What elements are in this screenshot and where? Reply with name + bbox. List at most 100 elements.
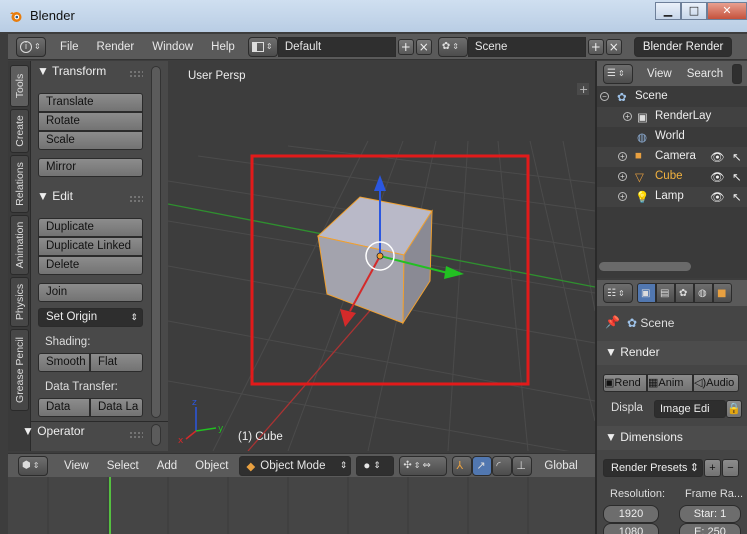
delete-button[interactable]: Delete xyxy=(38,256,143,275)
tab-relations[interactable]: Relations xyxy=(10,155,29,213)
outliner-editor-type-button[interactable]: ☰ ⇕ xyxy=(603,63,633,84)
dimensions-panel-header[interactable]: ▼ Dimensions xyxy=(597,426,747,450)
outliner-row-scene[interactable]: − ✿ Scene xyxy=(597,87,747,107)
render-context-tab[interactable]: ▣ xyxy=(637,283,656,303)
drag-grip-icon[interactable] xyxy=(129,195,143,203)
properties-editor-type-button[interactable]: ☷ ⇕ xyxy=(603,283,633,303)
drag-grip-icon[interactable] xyxy=(129,431,143,439)
screen-layout-selector[interactable]: ⇕ xyxy=(247,36,278,57)
viewport-shading-dropdown[interactable]: ● ⇕ xyxy=(356,455,395,476)
edit-panel-header[interactable]: ▼ Edit xyxy=(37,189,73,203)
data-button[interactable]: Data xyxy=(38,398,90,417)
tab-create[interactable]: Create xyxy=(10,109,29,153)
expand-icon[interactable]: + xyxy=(618,192,627,201)
scene-selector[interactable]: ✿ ⇕ xyxy=(437,36,468,57)
rotate-manipulator-button[interactable]: ◜ xyxy=(492,455,513,476)
add-preset-button[interactable]: + xyxy=(704,459,721,477)
cursor-restrict-icon[interactable]: ↖ xyxy=(732,190,746,204)
operator-panel-header[interactable]: ▼ Operator xyxy=(22,424,85,438)
outliner-row-cube[interactable]: + ▽ Cube 👁 ↖ xyxy=(597,167,747,187)
scale-button[interactable]: Scale xyxy=(38,131,143,150)
flat-button[interactable]: Flat xyxy=(90,353,143,372)
set-origin-dropdown[interactable]: Set Origin ⇕ xyxy=(38,308,143,327)
scene-context-tab[interactable]: ✿ xyxy=(675,283,694,303)
pivot-point-dropdown[interactable]: ✣ ⇕ ⇔ xyxy=(399,455,448,476)
render-engine-selector[interactable]: Blender Render xyxy=(633,36,733,57)
timeline[interactable] xyxy=(8,477,595,534)
transform-panel-header[interactable]: ▼ Transform xyxy=(37,64,106,78)
lock-interface-button[interactable]: 🔒 xyxy=(726,400,742,418)
menu-add[interactable]: Add xyxy=(157,460,177,472)
manipulator-toggle[interactable]: ⅄ xyxy=(452,455,473,476)
render-animation-button[interactable]: ▦Anim xyxy=(647,374,693,392)
remove-scene-button[interactable]: × xyxy=(605,38,622,55)
menu-render[interactable]: Render xyxy=(97,41,135,53)
rotate-button[interactable]: Rotate xyxy=(38,112,143,131)
expand-icon[interactable]: + xyxy=(618,172,627,181)
viewport-editor-type-button[interactable]: ⬢ ⇕ xyxy=(18,455,48,476)
outliner-hscrollbar[interactable] xyxy=(599,262,691,271)
add-scene-button[interactable]: + xyxy=(587,38,604,55)
menu-window[interactable]: Window xyxy=(152,41,193,53)
expand-icon[interactable]: + xyxy=(623,112,632,121)
smooth-button[interactable]: Smooth xyxy=(38,353,90,372)
editor-type-button[interactable]: i ⇕ xyxy=(16,36,46,57)
minimize-button[interactable]: ▁ xyxy=(655,2,681,20)
translate-manipulator-button[interactable]: ↗ xyxy=(472,455,493,476)
tool-shelf-scrollbar[interactable] xyxy=(151,66,161,418)
add-screen-button[interactable]: + xyxy=(397,38,414,55)
outliner-row-world[interactable]: ◍ World xyxy=(597,127,747,147)
resolution-y-field[interactable]: 1080 xyxy=(603,523,659,534)
operator-scrollbar[interactable] xyxy=(151,424,161,446)
cursor-restrict-icon[interactable]: ↖ xyxy=(732,170,746,184)
menu-view[interactable]: View xyxy=(64,460,89,472)
mirror-button[interactable]: Mirror xyxy=(38,158,143,177)
object-context-tab[interactable]: ■ xyxy=(713,283,732,303)
render-audio-button[interactable]: ◁)Audio xyxy=(693,374,739,392)
scale-manipulator-button[interactable]: ⊥ xyxy=(512,455,533,476)
close-button[interactable]: ✕ xyxy=(707,2,747,20)
screen-layout-field[interactable]: Default xyxy=(277,36,396,57)
world-context-tab[interactable]: ◍ xyxy=(694,283,713,303)
scene-field[interactable]: Scene xyxy=(467,36,586,57)
duplicate-button[interactable]: Duplicate xyxy=(38,218,143,237)
maximize-button[interactable]: □ xyxy=(681,2,707,20)
outliner-row-lamp[interactable]: + 💡 Lamp 👁 ↖ xyxy=(597,187,747,207)
pin-icon[interactable]: 📌 xyxy=(605,315,620,329)
collapse-icon[interactable]: − xyxy=(600,92,609,101)
tab-grease-pencil[interactable]: Grease Pencil xyxy=(10,329,29,411)
outliner-row-camera[interactable]: + ■ Camera 👁 ↖ xyxy=(597,147,747,167)
eye-icon[interactable]: 👁 xyxy=(710,170,725,184)
3d-viewport[interactable]: z y x + User Persp (1) Cube xyxy=(168,61,595,451)
outliner-menu-view[interactable]: View xyxy=(647,68,672,80)
drag-grip-icon[interactable] xyxy=(129,70,143,78)
render-panel-header[interactable]: ▼ Render xyxy=(597,341,747,365)
outliner-menu-search[interactable]: Search xyxy=(687,68,723,80)
join-button[interactable]: Join xyxy=(38,283,143,302)
duplicate-linked-button[interactable]: Duplicate Linked xyxy=(38,237,143,256)
frame-start-field[interactable]: Star: 1 xyxy=(679,505,741,523)
render-image-button[interactable]: ▣Rend xyxy=(603,374,647,392)
cursor-restrict-icon[interactable]: ↖ xyxy=(732,150,746,164)
translate-button[interactable]: Translate xyxy=(38,93,143,112)
renderlayer-context-tab[interactable]: ▤ xyxy=(656,283,675,303)
menu-file[interactable]: File xyxy=(60,41,79,53)
tab-animation[interactable]: Animation xyxy=(10,215,29,275)
eye-icon[interactable]: 👁 xyxy=(710,190,725,204)
menu-help[interactable]: Help xyxy=(211,41,235,53)
outliner-row-renderlayers[interactable]: + ▣ RenderLay xyxy=(597,107,747,127)
expand-icon[interactable]: + xyxy=(618,152,627,161)
render-presets-dropdown[interactable]: Render Presets ⇕ xyxy=(603,459,703,477)
menu-select[interactable]: Select xyxy=(107,460,139,472)
remove-screen-button[interactable]: × xyxy=(415,38,432,55)
outliner-display-mode-dropdown[interactable] xyxy=(732,63,743,84)
transform-orientation-dropdown[interactable]: Global xyxy=(544,460,577,472)
tab-tools[interactable]: Tools xyxy=(10,65,29,107)
display-dropdown[interactable]: Image Edi xyxy=(654,400,726,418)
data-layout-button[interactable]: Data La xyxy=(90,398,143,417)
object-mode-dropdown[interactable]: ◆ Object Mode ⇕ xyxy=(239,455,352,476)
tab-physics[interactable]: Physics xyxy=(10,277,29,327)
resolution-x-field[interactable]: 1920 xyxy=(603,505,659,523)
frame-end-field[interactable]: E: 250 xyxy=(679,523,741,534)
eye-icon[interactable]: 👁 xyxy=(710,150,725,164)
